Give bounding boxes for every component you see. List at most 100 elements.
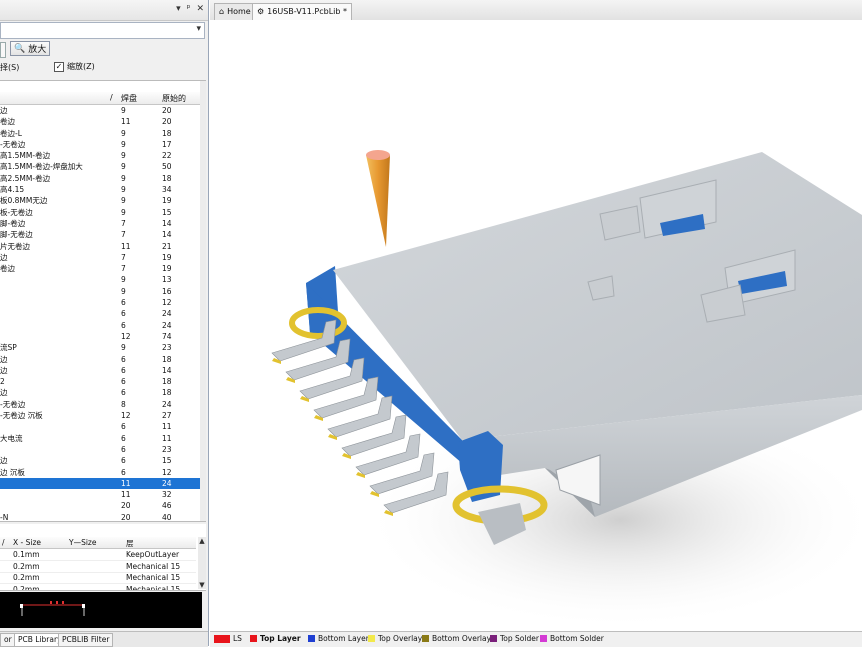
component-row[interactable]: 12 74 bbox=[0, 331, 206, 342]
component-name: 卷边-L bbox=[0, 128, 22, 138]
component-row[interactable]: 片无卷边 11 21 bbox=[0, 241, 206, 252]
component-row[interactable]: 20 46 bbox=[0, 500, 206, 511]
tab-home[interactable]: ⌂ Home bbox=[214, 3, 256, 20]
layer-tab[interactable]: Top Overlay bbox=[368, 634, 422, 643]
zoom-button[interactable]: 🔍 放大 bbox=[10, 41, 50, 56]
component-row[interactable]: 6 12 bbox=[0, 297, 206, 308]
component-row[interactable]: 高2.5MM-卷边 9 18 bbox=[0, 173, 206, 184]
3d-viewport[interactable] bbox=[210, 20, 862, 631]
layer-tab[interactable]: Bottom Layer bbox=[308, 634, 369, 643]
component-row[interactable]: 卷边-L 9 18 bbox=[0, 128, 206, 139]
layer-tab[interactable]: Bottom Overlay bbox=[422, 634, 491, 643]
component-pads: 9 bbox=[121, 139, 126, 149]
primitives-column-header[interactable]: 原始的 bbox=[162, 93, 186, 104]
primitives-scrollbar[interactable]: ▲ ▼ bbox=[198, 537, 206, 589]
xsize-column-header[interactable]: X - Size bbox=[13, 538, 41, 547]
component-row[interactable]: 脚-卷边 7 14 bbox=[0, 218, 206, 229]
component-row[interactable]: 6 24 bbox=[0, 308, 206, 319]
zoom-checkbox[interactable]: ✓ 缩放(Z) bbox=[54, 61, 95, 72]
component-primitives: 11 bbox=[162, 433, 172, 443]
component-primitives: 24 bbox=[162, 309, 172, 319]
current-layer-indicator[interactable]: LS bbox=[214, 634, 242, 643]
component-name: 边 沉板 bbox=[0, 467, 25, 477]
ysize-column-header[interactable]: Y—Size bbox=[69, 538, 96, 547]
layer-tab[interactable]: Top Solder bbox=[490, 634, 539, 643]
sort-column-header[interactable]: / bbox=[110, 93, 113, 102]
layer-tab[interactable]: Bottom Solder bbox=[540, 634, 604, 643]
component-row[interactable]: 边 6 15 bbox=[0, 455, 206, 466]
primitive-row[interactable]: 0.2mm Mechanical 15 bbox=[0, 572, 196, 584]
component-row[interactable]: 大电流 6 11 bbox=[0, 433, 206, 444]
component-row[interactable]: 边 沉板 6 12 bbox=[0, 467, 206, 478]
options-row: 择(S) ✓ 缩放(Z) bbox=[0, 61, 206, 75]
component-row[interactable]: 9 13 bbox=[0, 274, 206, 285]
component-pads: 6 bbox=[121, 309, 126, 319]
components-scrollbar[interactable] bbox=[200, 81, 206, 521]
select-checkbox-label[interactable]: 择(S) bbox=[0, 62, 19, 73]
component-row[interactable]: 板0.8MM无边 9 19 bbox=[0, 195, 206, 206]
component-row[interactable]: 边 9 20 bbox=[0, 105, 206, 116]
component-pads: 7 bbox=[121, 218, 126, 228]
component-pads: 6 bbox=[121, 320, 126, 330]
component-row[interactable]: 脚-无卷边 7 14 bbox=[0, 229, 206, 240]
tab-pcblib-document[interactable]: ⚙ 16USB-V11.PcbLib * bbox=[252, 3, 352, 20]
layer-color-swatch bbox=[368, 635, 375, 642]
component-primitives: 17 bbox=[162, 139, 172, 149]
prim-sort-header[interactable]: / bbox=[2, 538, 5, 547]
component-row[interactable]: 边 6 18 bbox=[0, 354, 206, 365]
component-row[interactable]: -无卷边 8 24 bbox=[0, 399, 206, 410]
component-row[interactable]: 卷边 7 19 bbox=[0, 263, 206, 274]
layer-column-header[interactable]: 层 bbox=[126, 538, 134, 549]
component-row[interactable]: -N 20 40 bbox=[0, 512, 206, 521]
layer-color-swatch bbox=[308, 635, 315, 642]
primitive-row[interactable]: 0.2mm Mechanical 15 bbox=[0, 561, 196, 573]
zoom-button-label: 放大 bbox=[28, 45, 47, 55]
component-row[interactable]: 6 23 bbox=[0, 444, 206, 455]
scroll-up-icon[interactable]: ▲ bbox=[198, 537, 206, 545]
component-row[interactable]: 11 32 bbox=[0, 489, 206, 500]
primitive-row[interactable]: 0.2mm Mechanical 15 bbox=[0, 584, 196, 591]
component-pads: 6 bbox=[121, 456, 126, 466]
component-row[interactable]: 板-无卷边 9 15 bbox=[0, 207, 206, 218]
component-row[interactable]: 流SP 9 23 bbox=[0, 342, 206, 353]
component-primitives: 32 bbox=[162, 490, 172, 500]
component-row[interactable]: 6 24 bbox=[0, 320, 206, 331]
scroll-down-icon[interactable]: ▼ bbox=[198, 581, 206, 589]
checkmark-icon[interactable]: ✓ bbox=[54, 61, 64, 72]
component-name: 边 bbox=[0, 354, 8, 364]
panel-menu-icon[interactable]: ▾ bbox=[176, 4, 181, 14]
tab-pcblib-filter[interactable]: PCBLIB Filter bbox=[58, 633, 114, 647]
component-row[interactable]: 高4.15 9 34 bbox=[0, 184, 206, 195]
component-row[interactable]: 11 24 bbox=[0, 477, 206, 490]
component-primitives: 19 bbox=[162, 252, 172, 262]
component-row[interactable]: 高1.5MM-卷边 9 22 bbox=[0, 150, 206, 161]
component-row[interactable]: 卷边 11 20 bbox=[0, 116, 206, 127]
component-name: 片无卷边 bbox=[0, 241, 30, 251]
component-row[interactable]: 2 6 18 bbox=[0, 376, 206, 387]
component-row[interactable]: 6 11 bbox=[0, 421, 206, 432]
component-pads: 6 bbox=[121, 354, 126, 364]
pcb-library-panel: ▾ ᵖ ✕ ▾ 🔍 放大 择(S) ✓ 缩放(Z) / 焊盘 原始的 边 9 20 卷… bbox=[0, 0, 209, 647]
component-preview[interactable] bbox=[0, 592, 202, 628]
close-icon[interactable]: ✕ bbox=[196, 4, 204, 14]
component-pads: 9 bbox=[121, 162, 126, 172]
component-name: 高1.5MM-卷边-焊盘加大 bbox=[0, 162, 83, 172]
component-row[interactable]: 9 16 bbox=[0, 286, 206, 297]
component-row[interactable]: -无卷边 9 17 bbox=[0, 139, 206, 150]
component-row[interactable]: 边 7 19 bbox=[0, 252, 206, 263]
component-name: 边 bbox=[0, 456, 8, 466]
apply-button[interactable] bbox=[0, 42, 6, 58]
pads-column-header[interactable]: 焊盘 bbox=[121, 93, 137, 104]
component-primitives: 50 bbox=[162, 162, 172, 172]
mask-dropdown[interactable]: ▾ bbox=[0, 22, 205, 39]
layer-tab[interactable]: Top Layer bbox=[250, 634, 301, 643]
layer-name: Top Layer bbox=[260, 634, 301, 643]
pin-icon[interactable]: ᵖ bbox=[187, 4, 191, 14]
primitive-row[interactable]: 0.1mm KeepOutLayer bbox=[0, 549, 196, 561]
component-row[interactable]: 高1.5MM-卷边-焊盘加大 9 50 bbox=[0, 161, 206, 172]
component-name: 流SP bbox=[0, 343, 17, 353]
component-row[interactable]: -无卷边 沉板 12 27 bbox=[0, 410, 206, 421]
component-primitives: 18 bbox=[162, 173, 172, 183]
component-row[interactable]: 边 6 18 bbox=[0, 387, 206, 398]
component-row[interactable]: 边 6 14 bbox=[0, 365, 206, 376]
